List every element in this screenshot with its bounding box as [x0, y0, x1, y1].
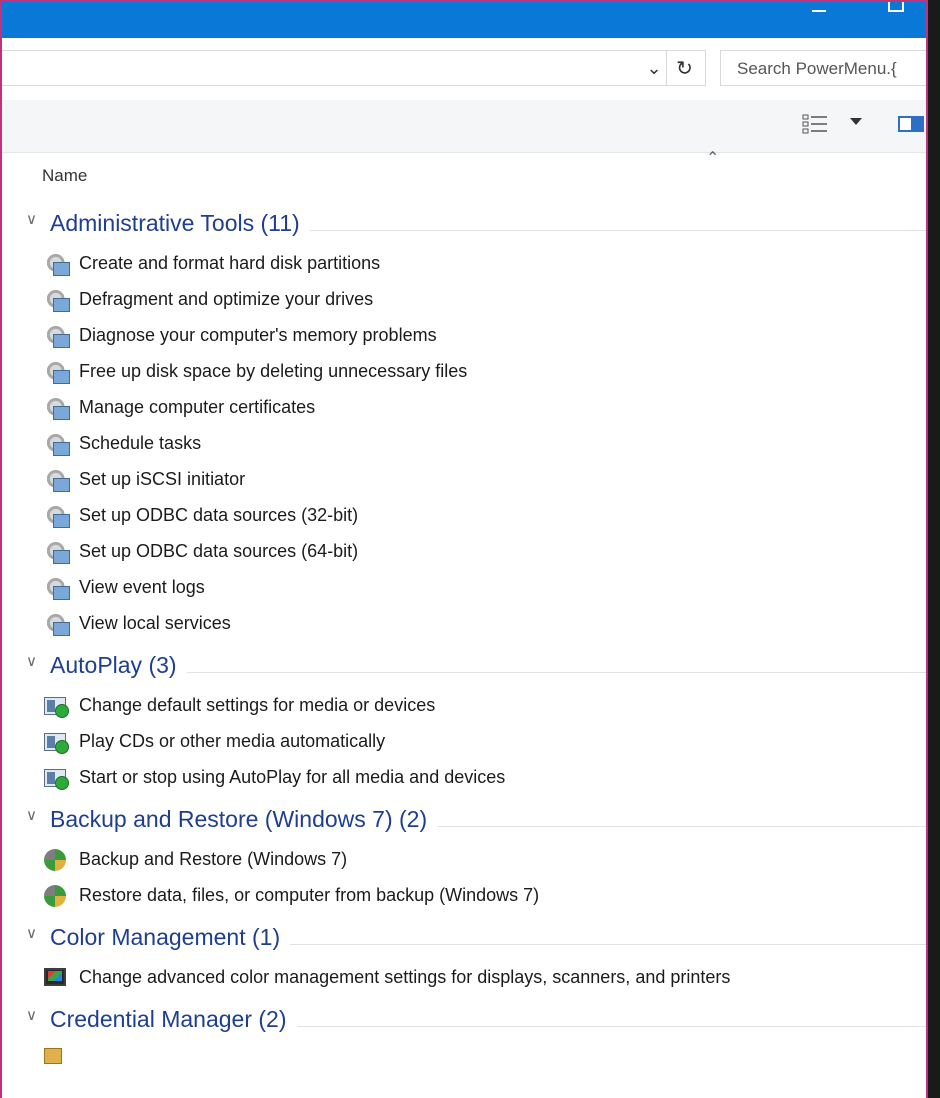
list-item[interactable]: Change advanced color management setting… — [2, 960, 926, 996]
list-item-label: Create and format hard disk partitions — [79, 253, 381, 273]
list-item[interactable]: Play CDs or other media automatically — [2, 724, 926, 760]
details-view-icon[interactable] — [802, 114, 828, 134]
column-header-name[interactable]: Name — [42, 166, 87, 186]
list-item-label: Backup and Restore (Windows 7) — [79, 849, 348, 869]
group-header[interactable]: ∨ AutoPlay (3) — [2, 642, 926, 688]
list-item-label: Change advanced color management setting… — [79, 967, 731, 987]
admin-tools-icon — [44, 288, 70, 312]
list-item[interactable]: Defragment and optimize your drives — [2, 282, 926, 318]
list-item-label: Start or stop using AutoPlay for all med… — [79, 767, 506, 787]
list-item-label: Play CDs or other media automatically — [79, 731, 386, 751]
list-item[interactable]: Set up iSCSI initiator — [2, 462, 926, 498]
admin-tools-icon — [44, 324, 70, 348]
admin-tools-icon — [44, 432, 70, 456]
group-title: AutoPlay (3) — [50, 652, 187, 679]
group-title: Credential Manager (2) — [50, 1006, 297, 1033]
address-history-dropdown-icon[interactable]: ⌄ — [642, 50, 666, 86]
admin-tools-icon — [44, 540, 70, 564]
list-item[interactable]: View local services — [2, 606, 926, 642]
group-header[interactable]: ∨ Color Management (1) — [2, 914, 926, 960]
list-item[interactable]: Schedule tasks — [2, 426, 926, 462]
collapse-chevron-icon[interactable]: ∨ — [26, 806, 48, 828]
title-bar — [2, 2, 926, 38]
list-item-label: Free up disk space by deleting unnecessa… — [79, 361, 468, 381]
list-item-label: Set up ODBC data sources (32-bit) — [79, 505, 359, 525]
admin-tools-icon — [44, 396, 70, 420]
address-bar-row: ⌄ ↻ Search PowerMenu.{ — [2, 38, 926, 100]
list-item[interactable]: Change default settings for media or dev… — [2, 688, 926, 724]
search-input[interactable]: Search PowerMenu.{ — [720, 50, 926, 86]
list-item[interactable]: Diagnose your computer's memory problems — [2, 318, 926, 354]
list-item[interactable]: Set up ODBC data sources (32-bit) — [2, 498, 926, 534]
collapse-chevron-icon[interactable]: ∨ — [26, 652, 48, 674]
list-item-label: Defragment and optimize your drives — [79, 289, 374, 309]
group: ∨ Credential Manager (2) — [2, 996, 926, 1078]
list-item[interactable]: Start or stop using AutoPlay for all med… — [2, 760, 926, 796]
list-item-label: Restore data, files, or computer from ba… — [79, 885, 540, 905]
admin-tools-icon — [44, 612, 70, 636]
list-item[interactable]: View event logs — [2, 570, 926, 606]
list-item[interactable]: Set up ODBC data sources (64-bit) — [2, 534, 926, 570]
group: ∨ Administrative Tools (11) Create and for… — [2, 200, 926, 642]
list-item[interactable]: Manage computer certificates — [2, 390, 926, 426]
color-management-icon — [44, 968, 66, 986]
admin-tools-icon — [44, 252, 70, 276]
backup-restore-icon — [44, 885, 66, 907]
desktop-backdrop — [928, 0, 940, 1098]
list-item-label: Set up iSCSI initiator — [79, 469, 246, 489]
admin-tools-icon — [44, 360, 70, 384]
list-item-label: Schedule tasks — [79, 433, 202, 453]
list-item[interactable]: Restore data, files, or computer from ba… — [2, 878, 926, 914]
view-options-dropdown-icon[interactable] — [850, 118, 862, 125]
list-item-label: Change default settings for media or dev… — [79, 695, 436, 715]
group-title: Color Management (1) — [50, 924, 291, 951]
autoplay-icon — [44, 697, 69, 718]
list-item-label: Set up ODBC data sources (64-bit) — [79, 541, 359, 561]
list-item[interactable]: Backup and Restore (Windows 7) — [2, 842, 926, 878]
maximize-button[interactable] — [888, 2, 904, 12]
autoplay-icon — [44, 769, 69, 790]
group-title: Backup and Restore (Windows 7) (2) — [50, 806, 438, 833]
backup-restore-icon — [44, 849, 66, 871]
list-item[interactable] — [2, 1042, 926, 1078]
admin-tools-icon — [44, 504, 70, 528]
minimize-button[interactable] — [812, 10, 826, 12]
explorer-window: ⌄ ↻ Search PowerMenu.{ ⌃ Name ∨ Administr… — [0, 0, 928, 1098]
list-item-label: View event logs — [79, 577, 205, 597]
group: ∨ Color Management (1) Change advanced col… — [2, 914, 926, 996]
list-item-label: Manage computer certificates — [79, 397, 316, 417]
group-title: Administrative Tools (11) — [50, 210, 310, 237]
view-toolbar — [2, 100, 926, 153]
group-header[interactable]: ∨ Administrative Tools (11) — [2, 200, 926, 246]
list-item[interactable]: Free up disk space by deleting unnecessa… — [2, 354, 926, 390]
preview-pane-icon[interactable] — [898, 116, 924, 132]
sort-ascending-icon: ⌃ — [706, 150, 720, 167]
autoplay-icon — [44, 733, 69, 754]
address-bar[interactable] — [2, 50, 706, 86]
group-header[interactable]: ∨ Credential Manager (2) — [2, 996, 926, 1042]
list-item-label: Diagnose your computer's memory problems — [79, 325, 437, 345]
collapse-chevron-icon[interactable]: ∨ — [26, 1006, 48, 1028]
collapse-chevron-icon[interactable]: ∨ — [26, 924, 48, 946]
admin-tools-icon — [44, 468, 70, 492]
credential-manager-icon — [44, 1048, 62, 1064]
list-item-label: View local services — [79, 613, 231, 633]
collapse-chevron-icon[interactable]: ∨ — [26, 210, 48, 232]
group: ∨ AutoPlay (3) Change default settings for… — [2, 642, 926, 796]
refresh-icon[interactable]: ↻ — [666, 50, 702, 86]
group-header[interactable]: ∨ Backup and Restore (Windows 7) (2) — [2, 796, 926, 842]
admin-tools-icon — [44, 576, 70, 600]
group: ∨ Backup and Restore (Windows 7) (2) Backu… — [2, 796, 926, 914]
items-list: ∨ Administrative Tools (11) Create and for… — [2, 200, 926, 1078]
list-item[interactable]: Create and format hard disk partitions — [2, 246, 926, 282]
